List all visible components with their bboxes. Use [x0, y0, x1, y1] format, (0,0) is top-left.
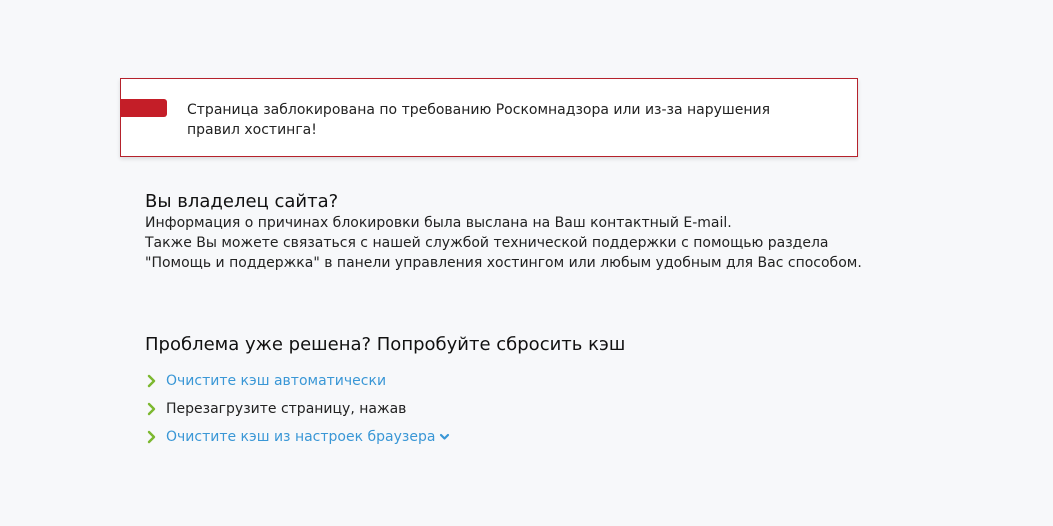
chevron-right-icon	[147, 402, 156, 416]
alert-message: Страница заблокирована по требованию Рос…	[187, 102, 771, 138]
clear-cache-browser-link[interactable]: Очистите кэш из настроек браузера	[166, 429, 450, 445]
owner-info-line-2: Также Вы можете связаться с нашей службо…	[145, 235, 829, 251]
flag-icon	[120, 99, 167, 117]
chevron-right-icon	[147, 374, 156, 388]
cache-steps-list: Очистите кэш автоматически Перезагрузите…	[145, 371, 905, 455]
chevron-down-icon[interactable]	[439, 432, 450, 442]
cache-step-auto: Очистите кэш автоматически	[145, 371, 905, 399]
cache-step-browser: Очистите кэш из настроек браузера	[145, 427, 905, 455]
cache-step-reload: Перезагрузите страницу, нажав	[145, 399, 905, 427]
reload-page-text: Перезагрузите страницу, нажав	[166, 401, 407, 417]
owner-section: Вы владелец сайта? Информация о причинах…	[145, 191, 905, 273]
cache-section: Проблема уже решена? Попробуйте сбросить…	[145, 333, 905, 455]
owner-title: Вы владелец сайта?	[145, 191, 339, 212]
cache-title: Проблема уже решена? Попробуйте сбросить…	[145, 334, 626, 355]
clear-cache-auto-link[interactable]: Очистите кэш автоматически	[166, 373, 386, 389]
owner-info-line-1: Информация о причинах блокировки была вы…	[145, 215, 732, 231]
clear-cache-browser-label[interactable]: Очистите кэш из настроек браузера	[166, 429, 435, 445]
block-alert: Страница заблокирована по требованию Рос…	[120, 78, 858, 157]
chevron-right-icon	[147, 430, 156, 444]
owner-info-line-3: "Помощь и поддержка" в панели управления…	[145, 255, 862, 271]
